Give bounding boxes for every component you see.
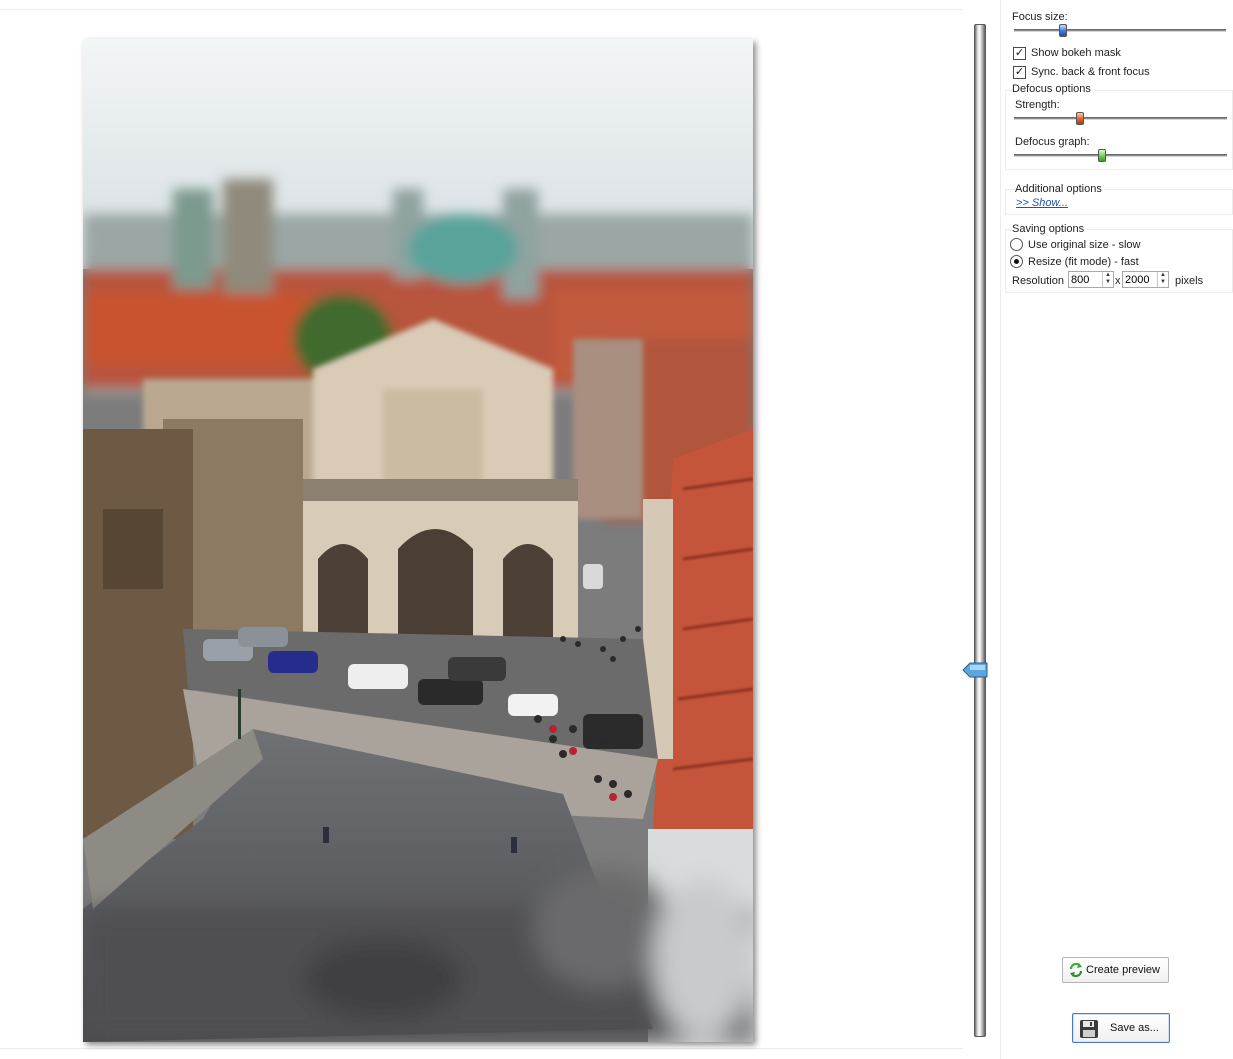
resolution-height-spinner[interactable]: ▲▼ xyxy=(1122,271,1169,288)
resolution-separator: x xyxy=(1115,275,1121,287)
use-original-size-label[interactable]: Use original size - slow xyxy=(1028,239,1140,251)
additional-options-title: Additional options xyxy=(1015,183,1104,195)
height-spin-arrows[interactable]: ▲ ▼ xyxy=(1157,272,1168,287)
strength-thumb[interactable] xyxy=(1076,112,1084,125)
show-bokeh-mask-label[interactable]: Show bokeh mask xyxy=(1031,47,1121,59)
width-spin-arrows[interactable]: ▲ ▼ xyxy=(1102,272,1113,287)
refresh-icon xyxy=(1068,962,1084,981)
show-bokeh-mask-checkbox[interactable]: ✓ xyxy=(1013,47,1026,60)
create-preview-label: Create preview xyxy=(1086,964,1160,976)
use-original-size-radio[interactable] xyxy=(1010,238,1023,251)
defocus-graph-thumb[interactable] xyxy=(1098,149,1106,162)
resolution-height-input[interactable] xyxy=(1123,272,1156,287)
sync-focus-label[interactable]: Sync. back & front focus xyxy=(1031,66,1150,78)
save-as-button[interactable]: Save as... xyxy=(1072,1013,1170,1043)
save-as-label: Save as... xyxy=(1110,1022,1159,1034)
saving-options-title: Saving options xyxy=(1012,223,1087,235)
focus-position-slider[interactable] xyxy=(962,24,988,1037)
preview-area xyxy=(0,9,963,1049)
create-preview-button[interactable]: Create preview xyxy=(1062,957,1169,983)
strength-label: Strength: xyxy=(1015,99,1060,111)
show-additional-options-link[interactable]: >> Show... xyxy=(1016,197,1068,209)
defocus-graph-slider[interactable] xyxy=(1014,149,1227,163)
focus-size-thumb[interactable] xyxy=(1059,24,1067,37)
sync-focus-checkbox[interactable]: ✓ xyxy=(1013,66,1026,79)
options-panel: Focus size: ✓ Show bokeh mask ✓ Sync. ba… xyxy=(1000,0,1233,1059)
resolution-width-spinner[interactable]: ▲▼ xyxy=(1068,271,1114,288)
resize-fit-mode-radio[interactable] xyxy=(1010,255,1023,268)
defocus-graph-track xyxy=(1014,154,1227,157)
check-icon: ✓ xyxy=(1014,47,1025,59)
focus-size-slider[interactable] xyxy=(1014,24,1226,38)
defocus-graph-label: Defocus graph: xyxy=(1015,136,1090,148)
resolution-unit: pixels xyxy=(1175,275,1204,287)
slider-arrow-icon[interactable] xyxy=(962,662,988,678)
focus-size-label: Focus size: xyxy=(1012,11,1068,23)
focus-size-track xyxy=(1014,29,1226,32)
focus-position-track xyxy=(974,24,986,1037)
floppy-disk-icon xyxy=(1079,1019,1099,1042)
strength-track xyxy=(1014,117,1227,120)
resolution-label: Resolution xyxy=(1012,275,1064,287)
resolution-width-input[interactable] xyxy=(1069,272,1101,287)
check-icon: ✓ xyxy=(1014,66,1025,78)
preview-image xyxy=(83,39,753,1042)
resize-fit-mode-label[interactable]: Resize (fit mode) - fast xyxy=(1028,256,1139,268)
strength-slider[interactable] xyxy=(1014,112,1227,126)
defocus-options-title: Defocus options xyxy=(1012,83,1093,95)
